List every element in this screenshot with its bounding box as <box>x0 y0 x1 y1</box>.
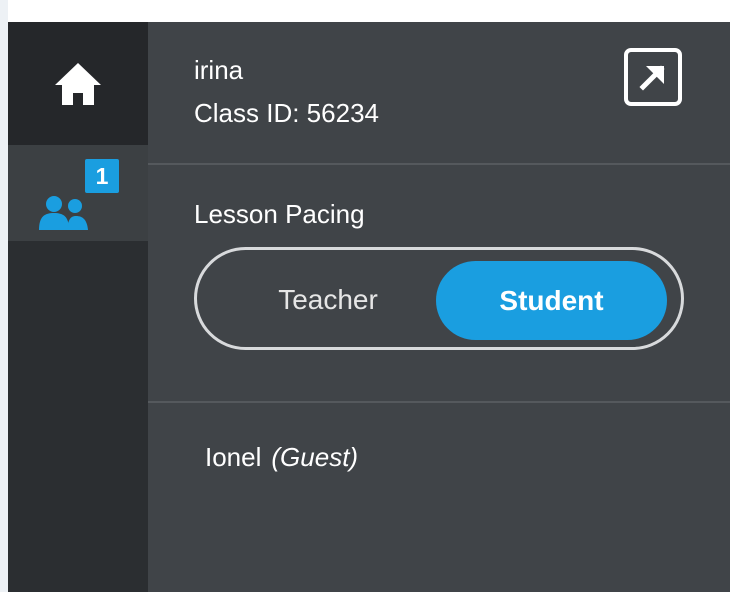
popout-button[interactable] <box>623 47 683 107</box>
lesson-pacing-label: Lesson Pacing <box>194 199 365 229</box>
home-icon <box>55 62 101 105</box>
external-link-icon <box>624 48 682 106</box>
user-name: irina <box>194 55 244 85</box>
class-id: Class ID: 56234 <box>194 98 379 128</box>
participants-button[interactable]: 1 <box>8 145 148 241</box>
side-rail: 1 <box>8 22 148 592</box>
home-button[interactable] <box>8 22 148 145</box>
participant-name: Ionel <box>205 442 262 472</box>
pacing-toggle[interactable]: Teacher Student <box>194 247 684 350</box>
participant-role: (Guest) <box>271 442 359 472</box>
participant-item: Ionel (Guest) <box>205 442 358 473</box>
pacing-option-student[interactable]: Student <box>436 261 667 340</box>
participants-badge: 1 <box>85 159 119 193</box>
pacing-option-teacher[interactable]: Teacher <box>253 278 403 322</box>
users-icon <box>39 196 88 230</box>
left-edge-strip <box>0 0 8 592</box>
divider <box>148 163 730 165</box>
class-panel: irina Class ID: 56234 Lesson Pacing Teac… <box>148 22 730 592</box>
divider <box>148 401 730 403</box>
